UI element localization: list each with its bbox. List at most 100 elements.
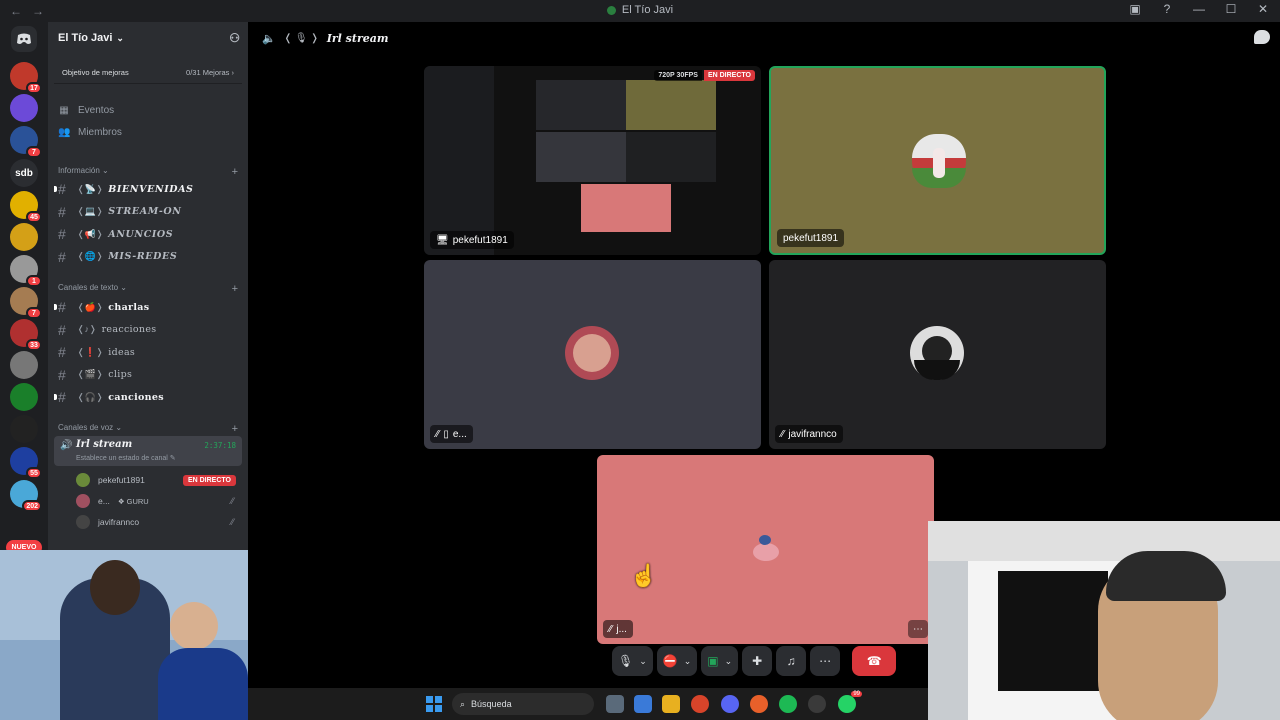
invite-icon[interactable]: ⚇ (229, 31, 240, 45)
channel-item[interactable]: # ❬🌐❭ MIS-REDES (58, 247, 242, 267)
chrome-icon[interactable] (691, 695, 709, 713)
tile-user-name: j... (616, 623, 627, 635)
stream-preview-tile (536, 132, 626, 182)
more-options-icon[interactable]: ⋯ (908, 620, 928, 638)
channel-name: clips (108, 369, 133, 381)
boost-goal[interactable]: Objetivo de mejoras 0/31 Mejoras › (54, 62, 242, 84)
server-icon[interactable]: 17 (10, 62, 42, 94)
events-item[interactable]: ▦ Eventos (58, 100, 114, 120)
live-badge: EN DIRECTO (703, 70, 755, 81)
server-icon[interactable] (10, 351, 38, 379)
microphone-button[interactable]: 🎙 ⌄ (612, 646, 653, 676)
activities-button[interactable]: ✚ (742, 646, 773, 676)
microphone-icon: 🎙 (618, 654, 634, 668)
participant-tile[interactable]: ⁄⁄ ▯ e... (424, 260, 761, 449)
server-icon[interactable]: 55 (10, 447, 42, 479)
notification-badge: 99 (851, 691, 862, 697)
voice-user[interactable]: javifrannco ⁄⁄ (76, 512, 242, 532)
task-view-icon[interactable] (606, 695, 624, 713)
channel-emoji-icon: ❬❗❭ (77, 346, 104, 357)
avatar (76, 494, 90, 508)
server-icon[interactable] (10, 223, 38, 251)
screen-share-button[interactable]: ▣ ⌄ (701, 646, 739, 676)
channel-sidebar: El Tío Javi ⌄ ⚇ Objetivo de mejoras 0/31… (48, 22, 248, 550)
app-icon[interactable] (750, 695, 768, 713)
category-text[interactable]: Canales de texto ⌄ + (58, 283, 242, 295)
help-icon[interactable]: ? (1158, 2, 1176, 16)
calendar-icon: ▦ (59, 104, 69, 116)
search-input[interactable]: ⌕ Búsqueda (452, 693, 594, 715)
discord-home-icon[interactable] (11, 26, 37, 52)
notification-badge: 45 (26, 211, 42, 223)
chat-icon[interactable] (1254, 30, 1270, 44)
disconnect-button[interactable]: ☎ (852, 646, 897, 676)
close-icon[interactable]: ✕ (1254, 2, 1272, 16)
add-channel-icon[interactable]: + (232, 166, 238, 178)
voice-user[interactable]: e... ❖ GURU ⁄⁄ (76, 491, 242, 511)
category-text-label: Canales de texto (58, 283, 119, 292)
more-button[interactable]: ⋯ (810, 646, 841, 676)
category-info-label: Información (58, 166, 100, 175)
server-icon[interactable]: 1 (10, 255, 42, 287)
server-icon[interactable]: 45 (10, 191, 42, 223)
speaker-icon: 🔊 (60, 440, 73, 451)
inbox-icon[interactable]: ▣ (1126, 2, 1144, 16)
voice-user[interactable]: pekefut1891 EN DIRECTO (76, 470, 242, 490)
whatsapp-icon[interactable]: 99 (838, 691, 862, 713)
activities-icon: ✚ (752, 654, 763, 668)
stream-quality: 720P 30FPS (654, 70, 702, 81)
camera-tile[interactable]: pekefut1891 (769, 66, 1106, 255)
channel-name: ideas (108, 346, 136, 358)
server-icon[interactable]: 7 (10, 287, 42, 319)
add-channel-icon[interactable]: + (232, 423, 238, 435)
spotify-icon[interactable] (779, 695, 797, 713)
app-icon[interactable] (808, 695, 826, 713)
channel-item[interactable]: # ❬🍎❭ charlas (54, 297, 242, 317)
camera-button[interactable]: ⛔ ⌄ (656, 646, 698, 676)
chevron-down-icon[interactable]: ⌄ (684, 656, 692, 667)
copilot-icon[interactable] (634, 695, 652, 713)
server-icon[interactable]: 202 (10, 480, 42, 512)
hash-icon: # (58, 344, 66, 361)
participant-tile[interactable]: ⁄⁄ j... ⋯ (597, 455, 934, 644)
soundboard-button[interactable]: ♫ (776, 646, 807, 676)
minimize-icon[interactable]: — (1190, 2, 1208, 16)
taskbar: ⌕ Búsqueda 99 (248, 688, 928, 720)
server-icon[interactable]: sdb (10, 159, 38, 187)
channel-item[interactable]: # ❬📡❭ BIENVENIDAS (54, 179, 242, 199)
voice-status[interactable]: Establece un estado de canal (76, 455, 168, 462)
participant-tile[interactable]: ⁄⁄ javifrannco (769, 260, 1106, 449)
stream-tile[interactable]: 720P 30FPS EN DIRECTO 🖥 pekefut1891 (424, 66, 761, 255)
chevron-down-icon[interactable]: ⌄ (639, 656, 647, 667)
category-info[interactable]: Información ⌄ + (58, 166, 242, 178)
start-icon[interactable] (426, 696, 442, 712)
channel-item[interactable]: # ❬💻❭ STREAM-ON (58, 202, 242, 222)
file-explorer-icon[interactable] (662, 695, 680, 713)
muted-icon: ⁄⁄ (609, 623, 613, 635)
guild-header[interactable]: El Tío Javi ⌄ ⚇ (48, 22, 248, 54)
voice-header: 🔈 ❬ 🎙 ❭ Irl stream (248, 22, 1280, 54)
channel-name: charlas (108, 301, 150, 313)
members-icon: 👥 (58, 126, 71, 138)
server-icon[interactable] (10, 415, 38, 443)
server-icon[interactable]: 33 (10, 319, 42, 351)
notification-badge: 1 (26, 275, 42, 287)
channel-item[interactable]: # ❬🎬❭ clips (58, 365, 242, 385)
channel-item[interactable]: # ❬❗❭ ideas (58, 342, 242, 362)
add-channel-icon[interactable]: + (232, 283, 238, 295)
members-item[interactable]: 👥 Miembros (58, 122, 122, 142)
muted-icon: ⁄⁄ (230, 517, 234, 527)
maximize-icon[interactable]: ☐ (1222, 2, 1240, 16)
server-icon[interactable] (10, 383, 38, 411)
server-icon[interactable] (10, 94, 38, 122)
server-icon[interactable]: 7 (10, 126, 42, 158)
channel-item[interactable]: # ❬🎧❭ canciones (54, 387, 242, 407)
chevron-down-icon[interactable]: ⌄ (725, 656, 733, 667)
channel-item[interactable]: # ❬♪❭ reacciones (58, 320, 242, 340)
voice-channel-active[interactable]: 🔊 Irl stream 2:37:18 Establece un estado… (54, 436, 242, 466)
discord-icon[interactable] (721, 695, 739, 713)
channel-item[interactable]: # ❬📢❭ ANUNCIOS (58, 224, 242, 244)
channel-emoji-icon: ❬ 🎙 ❭ (283, 32, 319, 44)
category-voice[interactable]: Canales de voz ⌄ + (58, 423, 242, 435)
stream-preview-tile (626, 80, 716, 130)
